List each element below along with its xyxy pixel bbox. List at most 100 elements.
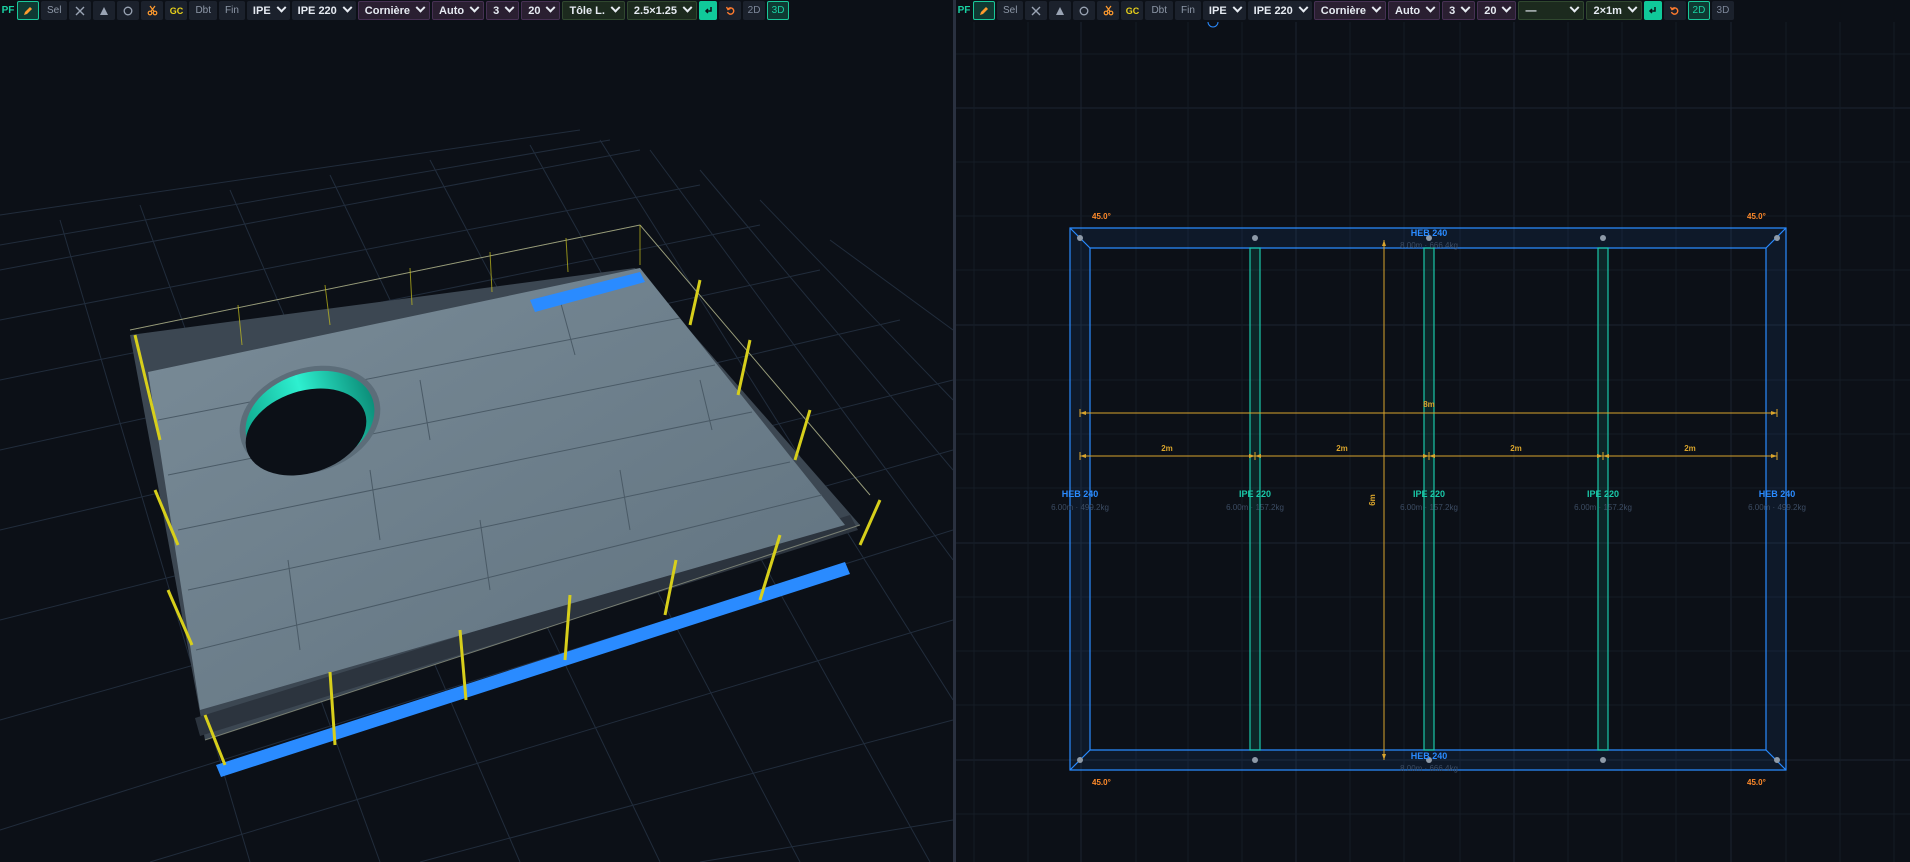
undo-icon xyxy=(725,6,734,15)
north-marker-icon xyxy=(1207,21,1219,28)
profile-size-select[interactable]: IPE 220 xyxy=(1247,1,1312,20)
dbt-button[interactable]: Dbt xyxy=(1145,1,1174,20)
profile-type-select[interactable]: IPE xyxy=(1202,1,1246,20)
confirm-button[interactable] xyxy=(699,1,718,20)
fin-button[interactable]: Fin xyxy=(1175,1,1201,20)
connection-select[interactable]: Cornière xyxy=(357,1,431,20)
dim-total-width: 8m xyxy=(1423,400,1435,409)
sheet-size-select[interactable]: 2.5×1.25 xyxy=(626,1,698,20)
undo-button[interactable] xyxy=(719,1,742,20)
right-beam[interactable] xyxy=(1766,228,1786,770)
chevron-down-icon xyxy=(276,2,287,13)
view-2d-button[interactable]: 2D xyxy=(1687,1,1710,20)
sheet-select[interactable]: Tôle L. xyxy=(562,1,625,20)
left-beam[interactable] xyxy=(1070,228,1090,770)
sheet-size-select[interactable]: 2×1m xyxy=(1586,1,1642,20)
gc-button[interactable]: GC xyxy=(1121,1,1144,20)
fin-button[interactable]: Fin xyxy=(219,1,245,20)
pencil-tool-button[interactable] xyxy=(17,1,39,20)
chevron-down-icon xyxy=(1460,2,1471,13)
connection-value: Cornière xyxy=(1320,4,1367,17)
delete-tool-button[interactable] xyxy=(69,1,92,20)
top-beam-label: HEB 240 xyxy=(1411,228,1448,238)
triangle-tool-button[interactable] xyxy=(93,1,116,20)
spacing-value: 20 xyxy=(528,4,541,17)
undo-icon xyxy=(1670,6,1679,15)
triangle-icon xyxy=(100,6,109,15)
pencil-tool-button[interactable] xyxy=(973,1,995,20)
chevron-down-icon xyxy=(504,2,515,13)
profile-type-value: IPE xyxy=(252,4,271,17)
undo-button[interactable] xyxy=(1663,1,1686,20)
joists[interactable] xyxy=(1249,247,1609,751)
scissors-icon xyxy=(1103,5,1114,16)
profile-type-value: IPE xyxy=(1208,4,1227,17)
joist-3[interactable] xyxy=(1597,247,1609,751)
chevron-down-icon xyxy=(342,2,353,13)
sheet-select[interactable]: — xyxy=(1518,1,1585,20)
spacing-value: 20 xyxy=(1484,4,1497,17)
bottom-beam-info: 8.00m · 666.4kg xyxy=(1400,764,1458,773)
confirm-button[interactable] xyxy=(1643,1,1662,20)
mode-select[interactable]: Auto xyxy=(432,1,485,20)
joist-1[interactable] xyxy=(1249,247,1261,751)
top-beam-info: 8.00m · 666.4kg xyxy=(1400,241,1458,250)
spacing-select[interactable]: 20 xyxy=(521,1,561,20)
viewport-2d[interactable]: PF Sel GC Dbt Fin IPE IPE 220 Cornière A… xyxy=(956,0,1910,862)
connection-select[interactable]: Cornière xyxy=(1313,1,1387,20)
profile-size-select[interactable]: IPE 220 xyxy=(291,1,356,20)
view-3d-button[interactable]: 3D xyxy=(767,1,790,20)
right-beam-info: 6.00m · 499.2kg xyxy=(1748,503,1806,512)
chevron-down-icon xyxy=(1502,2,1512,13)
scissors-icon xyxy=(147,5,158,16)
joist-2[interactable] xyxy=(1423,247,1435,751)
dim-span-2: 2m xyxy=(1336,444,1348,453)
count-select[interactable]: 3 xyxy=(1442,1,1476,20)
gc-button[interactable]: GC xyxy=(165,1,188,20)
profile-type-select[interactable]: IPE xyxy=(246,1,290,20)
count-select[interactable]: 3 xyxy=(486,1,520,20)
delete-tool-button[interactable] xyxy=(1025,1,1048,20)
view-2d-button[interactable]: 2D xyxy=(743,1,766,20)
dim-span-4: 2m xyxy=(1684,444,1696,453)
sheet-value: — xyxy=(1525,4,1537,17)
spacing-select[interactable]: 20 xyxy=(1477,1,1517,20)
plan-2d[interactable]: 45.0° 45.0° 45.0° 45.0° HEB 240 HEB 240 … xyxy=(956,0,1910,862)
pencil-icon xyxy=(24,6,32,15)
sheet-size-value: 2×1m xyxy=(1593,4,1622,17)
select-tool-button[interactable]: Sel xyxy=(41,1,68,20)
toolbar-3d: PF Sel GC Dbt Fin IPE IPE 220 Cornière A… xyxy=(0,0,790,21)
mode-value: Auto xyxy=(439,4,465,17)
chevron-down-icon xyxy=(1425,2,1436,13)
angle-label-top-right: 45.0° xyxy=(1747,212,1766,221)
sheet-value: Tôle L. xyxy=(569,4,605,17)
pencil-icon xyxy=(980,6,988,15)
left-beam-info: 6.00m · 499.2kg xyxy=(1051,503,1109,512)
chevron-down-icon xyxy=(1298,2,1309,13)
mode-select[interactable]: Auto xyxy=(1388,1,1441,20)
circle-tool-button[interactable] xyxy=(117,1,140,20)
scene-3d[interactable] xyxy=(0,0,953,862)
toolbar-2d: PF Sel GC Dbt Fin IPE IPE 220 Cornière A… xyxy=(956,0,1734,21)
chevron-down-icon xyxy=(610,2,621,13)
joist-info-labels: 6.00m · 157.2kg 6.00m · 157.2kg 6.00m · … xyxy=(1226,503,1632,512)
cut-tool-button[interactable] xyxy=(1097,1,1120,20)
circle-icon xyxy=(124,6,133,15)
circle-tool-button[interactable] xyxy=(1073,1,1096,20)
view-3d-button[interactable]: 3D xyxy=(1711,1,1734,20)
sheet-size-value: 2.5×1.25 xyxy=(633,4,678,17)
joist-2-label: IPE 220 xyxy=(1413,489,1445,499)
mode-value: Auto xyxy=(1395,4,1421,17)
joist-1-info: 6.00m · 157.2kg xyxy=(1226,503,1284,512)
angle-label-bottom-left: 45.0° xyxy=(1092,778,1111,787)
profile-size-value: IPE 220 xyxy=(1253,4,1293,17)
viewport-3d[interactable]: PF Sel GC Dbt Fin IPE IPE 220 Cornière A… xyxy=(0,0,953,862)
triangle-tool-button[interactable] xyxy=(1049,1,1072,20)
joist-2-info: 6.00m · 157.2kg xyxy=(1400,503,1458,512)
dbt-button[interactable]: Dbt xyxy=(189,1,218,20)
angle-label-bottom-right: 45.0° xyxy=(1747,778,1766,787)
close-icon xyxy=(1031,6,1041,15)
select-tool-button[interactable]: Sel xyxy=(997,1,1024,20)
bottom-beam-label: HEB 240 xyxy=(1411,751,1448,761)
cut-tool-button[interactable] xyxy=(141,1,164,20)
